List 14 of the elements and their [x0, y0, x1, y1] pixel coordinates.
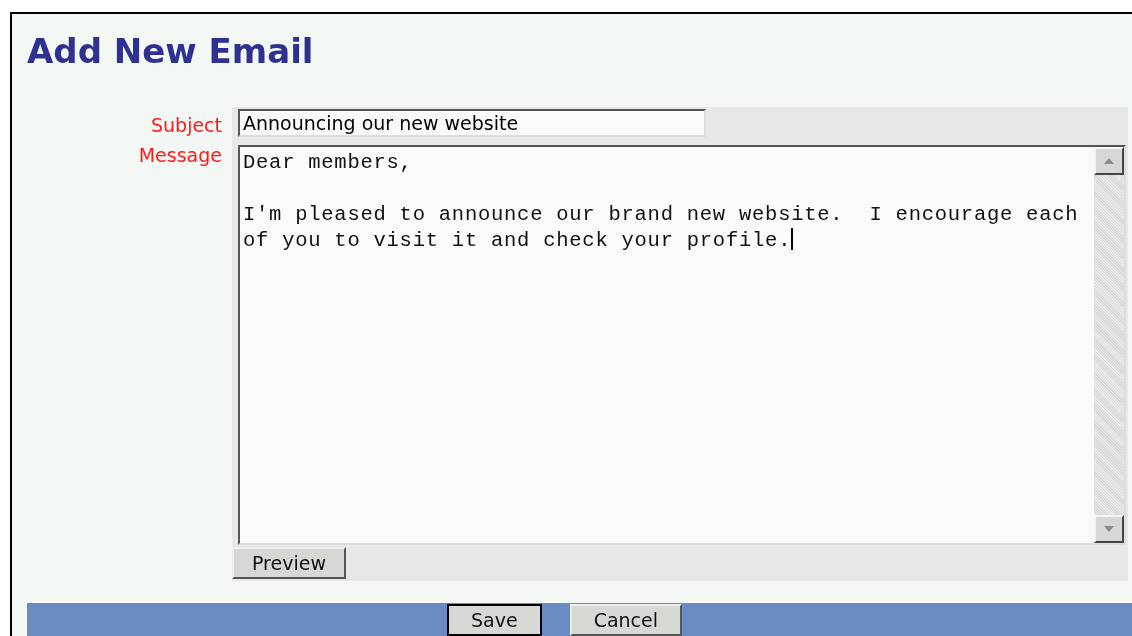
field-label: Message — [138, 143, 222, 167]
preview-button[interactable]: Preview — [232, 547, 346, 579]
page-title: Add New Email — [26, 30, 315, 73]
up-arrow-icon — [1104, 158, 1114, 164]
text-cursor — [791, 228, 793, 250]
scroll-down-button[interactable] — [1094, 515, 1124, 543]
cancel-button[interactable]: Cancel — [569, 604, 682, 636]
scrollbar[interactable] — [1094, 147, 1124, 543]
message-field[interactable]: Dear members, I'm pleased to announce our brand new website. I encourage each of you to visit it and check your profile. — [240, 147, 1094, 543]
subject-field[interactable]: Announcing our new website — [238, 109, 706, 137]
down-arrow-icon — [1104, 526, 1114, 532]
scroll-up-button[interactable] — [1094, 147, 1124, 175]
field-label: Subject — [150, 113, 222, 137]
save-button[interactable]: Save — [447, 604, 542, 636]
